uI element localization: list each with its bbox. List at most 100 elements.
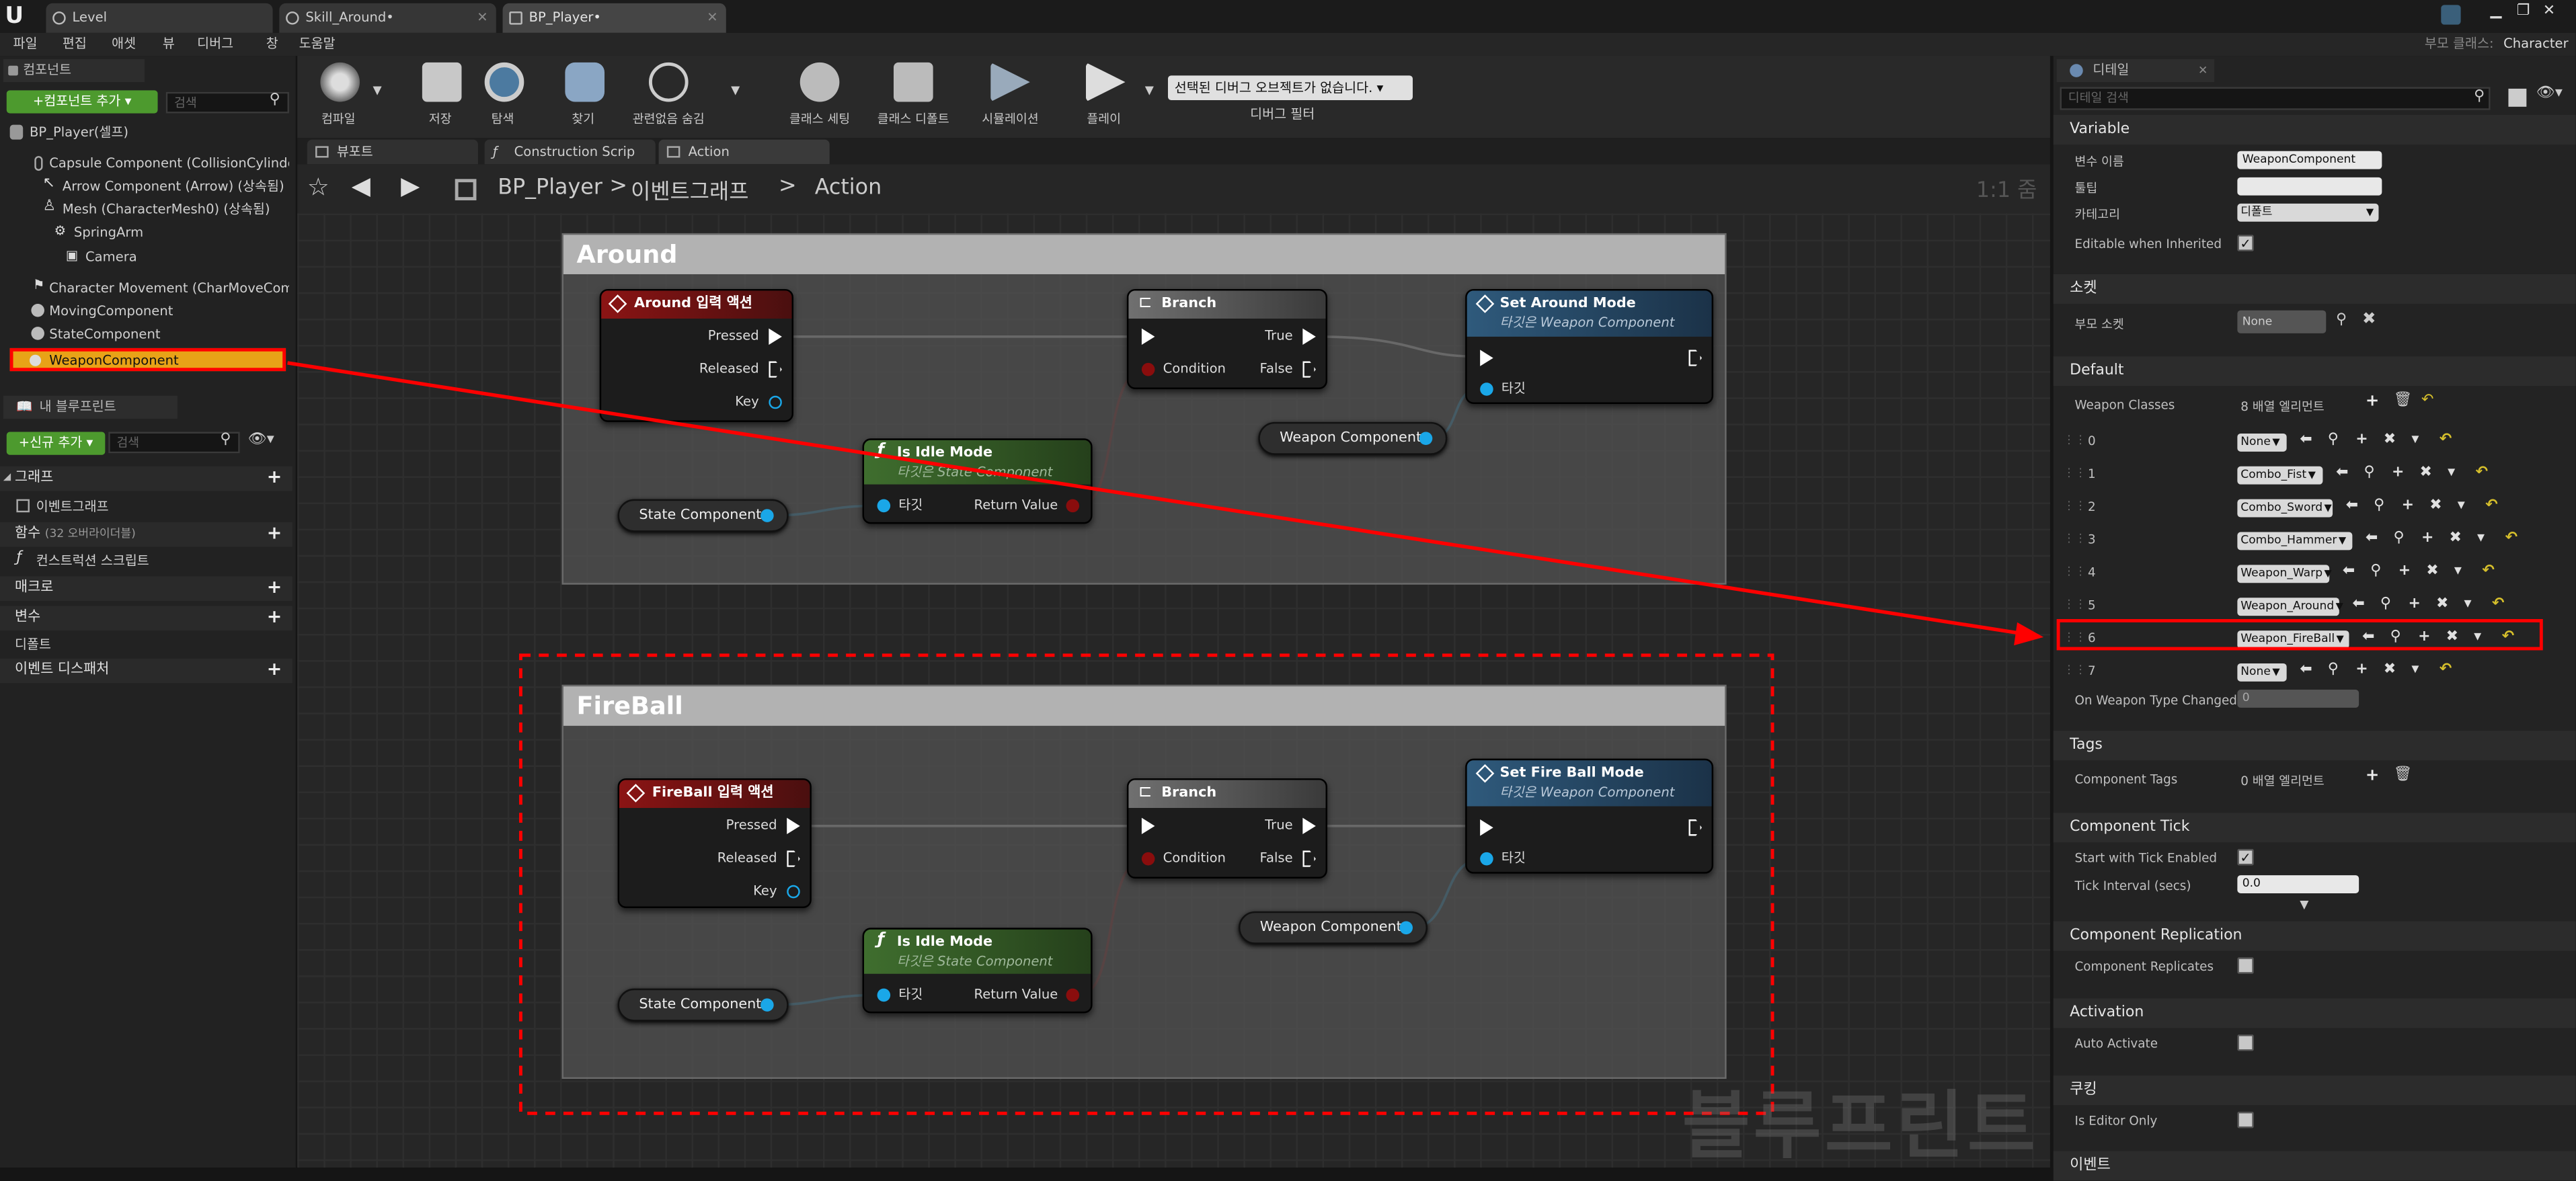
section-cooking[interactable]: 쿠킹 (2053, 1075, 2576, 1106)
options-icon[interactable]: ▾ (2411, 432, 2419, 448)
editor-only-checkbox[interactable] (2237, 1111, 2254, 1129)
exec-out-pin[interactable] (1688, 819, 1702, 836)
add-dispatcher-icon[interactable]: + (266, 660, 282, 678)
reset-icon[interactable]: ↶ (2440, 432, 2452, 448)
options-icon[interactable]: ▾ (2454, 563, 2462, 579)
minimize-icon[interactable]: ▁ (2491, 3, 2502, 19)
simulation-button[interactable]: 시뮬레이션 (963, 56, 1058, 138)
category-select[interactable]: 디폴트 ▼ (2237, 203, 2379, 222)
add-icon[interactable]: + (2402, 497, 2414, 514)
reset-icon[interactable]: ↶ (2492, 596, 2504, 612)
exec-in-pin[interactable] (1480, 819, 1493, 836)
component-character-movement[interactable]: Character Movement (CharMoveComp) (49, 278, 289, 299)
construction-script-item[interactable]: 컨스트럭션 스크립트 (36, 550, 282, 571)
breadcrumb-mid[interactable]: 이벤트그래프 (631, 174, 748, 206)
section-events[interactable]: 이벤트 (2053, 1151, 2576, 1181)
reset-icon[interactable]: ↶ (2476, 464, 2488, 481)
clear-icon[interactable]: ✖ (2450, 530, 2462, 546)
add-icon[interactable]: + (2408, 596, 2420, 612)
chevron-down-icon[interactable]: ▼ (373, 84, 382, 97)
target-pin[interactable] (877, 499, 891, 513)
event-graph-canvas[interactable]: Around Around 입력 액션 Pressed Released Key… (297, 213, 2050, 1168)
parent-class-value[interactable]: Character (2503, 33, 2568, 56)
unreal-logo-icon[interactable]: U (5, 3, 31, 30)
back-arrow-icon[interactable]: ◀ (352, 171, 370, 200)
grid-view-icon[interactable] (2508, 88, 2527, 107)
exec-out-pin[interactable] (1688, 350, 1702, 366)
section-socket[interactable]: 소켓 (2053, 274, 2576, 304)
add-element-icon[interactable]: + (2366, 767, 2379, 785)
is-idle-mode-node-fireball[interactable]: Is Idle Mode ƒ 타깃은 State Component 타깃 Re… (862, 928, 1093, 1014)
exec-out-pin[interactable] (787, 850, 800, 867)
exec-in-pin[interactable] (1141, 328, 1155, 345)
use-selected-icon[interactable]: ⬅ (2300, 662, 2312, 678)
set-around-mode-node[interactable]: Set Around Mode 타깃은 Weapon Component 타깃 (1465, 288, 1714, 404)
weapon-class-select[interactable]: Combo_Sword ▼ (2237, 499, 2333, 518)
editable-inherited-checkbox[interactable]: ✓ (2237, 235, 2254, 251)
drag-handle-icon[interactable]: ⋮⋮ (2063, 434, 2086, 447)
browse-icon[interactable]: ⚲ (2328, 662, 2339, 678)
add-graph-icon[interactable]: + (266, 468, 282, 486)
weapon-component-getter-fireball[interactable]: Weapon Component (1239, 911, 1428, 944)
menu-file[interactable]: 파일 (13, 33, 38, 56)
input-action-node-around[interactable]: Around 입력 액션 Pressed Released Key (599, 288, 793, 422)
weapon-class-select[interactable]: None ▼ (2237, 663, 2287, 682)
object-pin[interactable] (760, 509, 774, 522)
reset-icon[interactable]: ↶ (2505, 530, 2518, 546)
section-replication[interactable]: Component Replication (2053, 921, 2576, 951)
browse-icon[interactable]: ⚲ (2380, 596, 2391, 612)
start-tick-checkbox[interactable]: ✓ (2237, 849, 2254, 866)
search-icon[interactable]: ⚲ (2474, 89, 2485, 105)
use-selected-icon[interactable]: ⬅ (2300, 432, 2312, 448)
on-weapon-changed-input[interactable]: 0 (2237, 690, 2359, 708)
default-category[interactable]: 디폴트 (15, 634, 261, 655)
component-arrow[interactable]: Arrow Component (Arrow) (상속됨) (63, 175, 289, 197)
reset-icon[interactable]: ↶ (2482, 563, 2494, 579)
options-icon[interactable]: ▾ (2448, 464, 2455, 481)
search-icon[interactable]: ⚲ (220, 432, 231, 448)
expand-arrow-icon[interactable]: ◢ (3, 471, 11, 483)
drag-handle-icon[interactable]: ⋮⋮ (2063, 532, 2086, 546)
browse-icon[interactable]: ⚲ (2370, 563, 2381, 579)
exec-in-pin[interactable] (1480, 350, 1493, 366)
component-state[interactable]: StateComponent (49, 323, 289, 345)
drag-handle-icon[interactable]: ⋮⋮ (2063, 565, 2086, 578)
menu-debug[interactable]: 디버그 (197, 33, 233, 56)
reset-icon[interactable]: ↶ (2421, 393, 2433, 409)
compile-button[interactable]: 컴파일 (297, 56, 379, 138)
breadcrumb-root[interactable]: BP_Player (498, 175, 602, 200)
auto-activate-checkbox[interactable] (2237, 1034, 2254, 1051)
weapon-class-select[interactable]: None ▼ (2237, 433, 2287, 452)
clear-icon[interactable]: ✖ (2429, 497, 2442, 514)
component-moving[interactable]: MovingComponent (49, 300, 289, 322)
use-selected-icon[interactable]: ⬅ (2352, 596, 2364, 612)
add-icon[interactable]: + (2355, 432, 2368, 448)
set-fire-ball-mode-node[interactable]: Set Fire Ball Mode 타깃은 Weapon Component … (1465, 758, 1714, 874)
branch-node-around[interactable]: Branch ⊏ True Condition False (1126, 288, 1327, 389)
weapon-component-getter-around[interactable]: Weapon Component (1258, 421, 1448, 455)
close-icon[interactable]: ✕ (707, 3, 717, 33)
state-component-getter-around[interactable]: State Component (617, 499, 789, 532)
exec-out-pin[interactable] (1302, 361, 1316, 378)
key-pin[interactable] (769, 395, 782, 409)
clear-icon[interactable]: ✖ (2384, 662, 2396, 678)
browse-icon[interactable]: ⚲ (2328, 432, 2339, 448)
component-weapon-selected[interactable]: WeaponComponent (9, 348, 286, 372)
close-icon[interactable]: ✕ (2198, 59, 2208, 82)
component-capsule[interactable]: Capsule Component (CollisionCylinder) (49, 153, 289, 174)
forward-arrow-icon[interactable]: ▶ (401, 171, 420, 200)
weapon-class-select[interactable]: Weapon_Warp ▼ (2237, 565, 2332, 583)
add-variable-icon[interactable]: + (266, 608, 282, 626)
add-icon[interactable]: + (2355, 662, 2368, 678)
options-icon[interactable]: ▾ (2458, 497, 2465, 514)
bool-pin[interactable] (1066, 499, 1080, 513)
use-selected-icon[interactable]: ⬅ (2336, 464, 2348, 481)
condition-pin[interactable] (1141, 852, 1155, 866)
close-window-icon[interactable]: ✕ (2543, 3, 2555, 19)
drag-handle-icon[interactable]: ⋮⋮ (2063, 663, 2086, 677)
component-bp-player[interactable]: BP_Player(셀프) (30, 122, 289, 143)
add-macro-icon[interactable]: + (266, 578, 282, 596)
key-pin[interactable] (787, 885, 800, 899)
details-search-input[interactable]: 디테일 검색 (2060, 87, 2491, 110)
options-icon[interactable]: ▾ (2411, 662, 2419, 678)
